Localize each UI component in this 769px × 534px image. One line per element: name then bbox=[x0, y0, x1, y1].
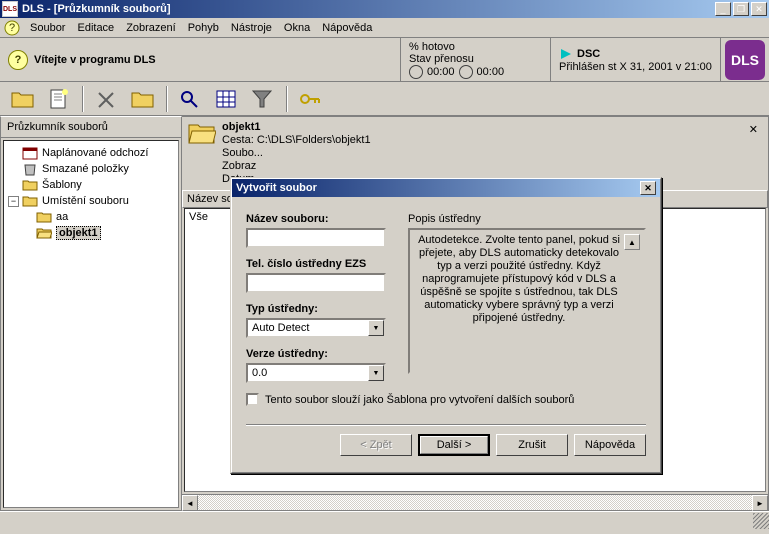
menu-editace[interactable]: Editace bbox=[71, 20, 120, 36]
folder-icon bbox=[22, 178, 38, 192]
desc-title: Popis ústředny bbox=[408, 213, 646, 225]
tool-cut-button[interactable] bbox=[92, 84, 122, 114]
tree-deleted[interactable]: Smazané položky bbox=[8, 161, 174, 177]
panel-type-value: Auto Detect bbox=[248, 322, 368, 334]
tool-filter-button[interactable] bbox=[248, 84, 278, 114]
tool-folder-button[interactable] bbox=[128, 84, 158, 114]
dialog-close-button[interactable]: ✕ bbox=[640, 181, 656, 195]
create-file-dialog: Vytvořit soubor ✕ Název souboru: Tel. čí… bbox=[230, 177, 662, 474]
help-button[interactable]: Nápověda bbox=[574, 434, 646, 456]
description-text: Autodetekce. Zvolte tento panel, pokud s… bbox=[414, 234, 624, 368]
menu-soubor[interactable]: Soubor bbox=[24, 20, 71, 36]
cancel-button[interactable]: Zrušit bbox=[496, 434, 568, 456]
tel-input[interactable] bbox=[246, 273, 386, 293]
clock-icon bbox=[409, 65, 423, 79]
object-count: Soubo... bbox=[222, 147, 371, 160]
open-folder-button[interactable] bbox=[8, 84, 38, 114]
next-button[interactable]: Další > bbox=[418, 434, 490, 456]
percent-done-label: % hotovo bbox=[409, 41, 455, 53]
trash-icon bbox=[22, 162, 38, 176]
back-button: < Zpět bbox=[340, 434, 412, 456]
tree-aa[interactable]: aa bbox=[8, 209, 174, 225]
infobar: ? Vítejte v programu DLS % hotovo Stav p… bbox=[0, 38, 769, 82]
transfer-state-label: Stav přenosu bbox=[409, 53, 474, 65]
panel-type-label: Typ ústředny: bbox=[246, 303, 396, 315]
panel-version-value: 0.0 bbox=[248, 367, 368, 379]
explorer-title: Průzkumník souborů bbox=[1, 117, 181, 138]
object-path: Cesta: C:\DLS\Folders\objekt1 bbox=[222, 134, 371, 147]
menu-pohyb[interactable]: Pohyb bbox=[182, 20, 225, 36]
file-name-label: Název souboru: bbox=[246, 213, 396, 225]
menu-nastroje[interactable]: Nástroje bbox=[225, 20, 278, 36]
tool-key-button[interactable] bbox=[296, 84, 326, 114]
tree-file-location[interactable]: − Umístění souboru bbox=[8, 193, 174, 209]
time-elapsed: 00:00 bbox=[427, 66, 455, 78]
new-document-button[interactable] bbox=[44, 84, 74, 114]
mdi-close-button[interactable]: ✕ bbox=[751, 2, 767, 16]
window-title: DLS - [Průzkumník souborů] bbox=[22, 3, 715, 15]
tool-grid-button[interactable] bbox=[212, 84, 242, 114]
dialog-title: Vytvořit soubor bbox=[236, 182, 317, 194]
dls-logo: DLS bbox=[725, 40, 765, 80]
chevron-down-icon[interactable]: ▼ bbox=[368, 320, 384, 336]
object-shown: Zobraz bbox=[222, 160, 371, 173]
panel-close-button[interactable]: ✕ bbox=[745, 121, 762, 186]
template-checkbox[interactable] bbox=[246, 393, 259, 406]
tel-label: Tel. číslo ústředny EZS bbox=[246, 258, 396, 270]
panel-type-select[interactable]: Auto Detect ▼ bbox=[246, 318, 386, 338]
connection-icon bbox=[559, 47, 573, 61]
toolbar bbox=[0, 82, 769, 116]
folder-tree[interactable]: Naplánované odchozí Smazané položky Šabl… bbox=[3, 140, 179, 508]
resize-grip[interactable] bbox=[753, 513, 769, 529]
folder-open-icon bbox=[36, 226, 52, 240]
mdi-minimize-button[interactable]: _ bbox=[715, 2, 731, 16]
clock-icon bbox=[459, 65, 473, 79]
description-box: Autodetekce. Zvolte tento panel, pokud s… bbox=[408, 228, 646, 374]
statusbar bbox=[0, 511, 769, 529]
chevron-down-icon[interactable]: ▼ bbox=[368, 365, 384, 381]
tool-find-button[interactable] bbox=[176, 84, 206, 114]
system-menu-icon[interactable]: ? bbox=[4, 20, 20, 36]
dialog-titlebar[interactable]: Vytvořit soubor ✕ bbox=[232, 179, 660, 197]
folder-open-icon bbox=[188, 121, 216, 145]
collapse-icon[interactable]: − bbox=[8, 196, 19, 207]
login-info: Přihlášen st X 31, 2001 v 21:00 bbox=[559, 61, 712, 73]
tree-scheduled[interactable]: Naplánované odchozí bbox=[8, 145, 174, 161]
folder-open-icon bbox=[22, 194, 38, 208]
file-name-input[interactable] bbox=[246, 228, 386, 248]
panel-version-label: Verze ústředny: bbox=[246, 348, 396, 360]
panel-version-select[interactable]: 0.0 ▼ bbox=[246, 363, 386, 383]
scroll-up-button[interactable]: ▲ bbox=[624, 234, 640, 250]
explorer-panel: Průzkumník souborů Naplánované odchozí S… bbox=[0, 116, 182, 511]
welcome-text: Vítejte v programu DLS bbox=[34, 54, 156, 66]
object-title: objekt1 bbox=[222, 121, 371, 134]
tree-templates[interactable]: Šablony bbox=[8, 177, 174, 193]
menubar: ? Soubor Editace Zobrazení Pohyb Nástroj… bbox=[0, 18, 769, 38]
description-scrollbar[interactable]: ▲ bbox=[624, 234, 640, 368]
time-remaining: 00:00 bbox=[477, 66, 505, 78]
scroll-track[interactable] bbox=[198, 495, 752, 510]
template-checkbox-label[interactable]: Tento soubor slouží jako Šablona pro vyt… bbox=[265, 394, 574, 406]
scroll-right-button[interactable]: ► bbox=[752, 495, 768, 511]
menu-napoveda[interactable]: Nápověda bbox=[316, 20, 378, 36]
calendar-icon bbox=[22, 146, 38, 160]
menu-zobrazeni[interactable]: Zobrazení bbox=[120, 20, 182, 36]
tree-objekt1[interactable]: objekt1 bbox=[8, 225, 174, 241]
horizontal-scrollbar[interactable]: ◄ ► bbox=[182, 494, 768, 510]
main-titlebar: DLS DLS - [Průzkumník souborů] _ ❐ ✕ bbox=[0, 0, 769, 18]
connection-label: DSC bbox=[577, 48, 600, 60]
menu-okna[interactable]: Okna bbox=[278, 20, 316, 36]
mdi-restore-button[interactable]: ❐ bbox=[733, 2, 749, 16]
app-icon: DLS bbox=[2, 1, 18, 17]
svg-text:?: ? bbox=[9, 22, 15, 34]
info-icon: ? bbox=[8, 50, 28, 70]
folder-icon bbox=[36, 210, 52, 224]
scroll-left-button[interactable]: ◄ bbox=[182, 495, 198, 511]
